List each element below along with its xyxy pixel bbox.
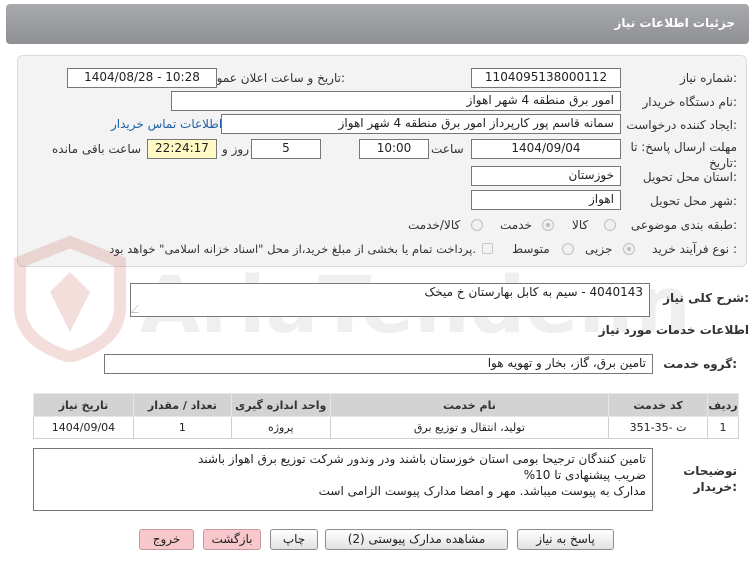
exit-button[interactable]: خروج: [139, 529, 194, 550]
category-option-service: خدمت: [500, 218, 532, 232]
col-header-service-code: کد خدمت: [608, 393, 709, 417]
category-radio-goods-service[interactable]: [471, 219, 483, 231]
table-row: 1 ت -35-351 تولید، انتقال و توزیع برق پر…: [33, 416, 739, 439]
page-title: جزئیات اطلاعات نیاز: [614, 16, 735, 30]
cell-unit: پروژه: [230, 416, 331, 439]
deadline-label-date: تاریخ:: [709, 156, 737, 170]
days-label: روز و: [222, 142, 249, 156]
col-header-service-name: نام خدمت: [329, 393, 610, 417]
buyer-note-line: ضریب پیشنهادی تا 10%: [523, 468, 646, 482]
view-attachments-button[interactable]: مشاهده مدارک پیوستی (2): [325, 529, 508, 550]
col-header-need-date: تاریخ نیاز: [33, 393, 134, 417]
requester-label: ایجاد کننده درخواست:: [626, 118, 737, 132]
treasury-payment-checkbox[interactable]: [482, 243, 493, 254]
cell-need-date: 1404/09/04: [33, 416, 134, 439]
remaining-time-label: ساعت باقی مانده: [52, 142, 142, 156]
days-remaining-field: 5: [251, 139, 321, 159]
summary-label: شرح کلی نیاز:: [663, 291, 749, 305]
buyer-org-field: امور برق منطقه 4 شهر اهواز: [171, 91, 621, 111]
requester-field: سمانه قاسم پور کارپرداز امور برق منطقه 4…: [221, 114, 621, 134]
category-option-goods: کالا: [572, 218, 589, 232]
city-field: اهواز: [471, 190, 621, 210]
process-option-medium: متوسط: [512, 242, 550, 256]
deadline-label: مهلت ارسال پاسخ: تا: [630, 140, 737, 154]
col-header-unit: واحد اندازه گیری: [230, 393, 331, 417]
process-radio-medium[interactable]: [562, 243, 574, 255]
print-button[interactable]: چاپ: [270, 529, 318, 550]
cell-quantity: 1: [132, 416, 232, 439]
table-header-row: ردیف کد خدمت نام خدمت واحد اندازه گیری ت…: [33, 393, 739, 417]
reply-button[interactable]: پاسخ به نیاز: [517, 529, 614, 550]
buyer-notes-label: توضیحات: [683, 464, 737, 478]
process-radio-minor[interactable]: [623, 243, 635, 255]
deadline-time-field: 10:00: [359, 139, 429, 159]
page-header: جزئیات اطلاعات نیاز: [6, 4, 749, 44]
province-label: استان محل تحویل:: [642, 170, 737, 184]
service-group-field: تامین برق، گاز، بخار و تهویه هوا: [104, 354, 653, 374]
buyer-org-label: نام دستگاه خریدار:: [642, 95, 738, 109]
summary-text: 4040143 - سیم به کابل بهارستان خ میخک: [424, 285, 643, 299]
deadline-date-field: 1404/09/04: [471, 139, 621, 159]
buyer-contact-link[interactable]: اطلاعات تماس خریدار: [111, 117, 222, 131]
buyer-notes-label-2: خریدار:: [693, 480, 737, 494]
category-radio-goods[interactable]: [604, 219, 616, 231]
cell-row-number: 1: [707, 416, 739, 439]
process-option-minor: جزیی: [585, 242, 613, 256]
col-header-quantity: تعداد / مقدار: [132, 393, 232, 417]
category-option-goods-service: کالا/خدمت: [408, 218, 461, 232]
treasury-payment-note: پرداخت تمام یا بخشی از مبلغ خرید،از محل …: [109, 242, 476, 256]
service-group-label: گروه خدمت:: [663, 357, 737, 371]
deadline-time-label: ساعت: [431, 142, 464, 156]
buyer-notes-field: تامین کنندگان ترجیحا بومی استان خوزستان …: [33, 448, 653, 511]
announce-date-label: تاریخ و ساعت اعلان عمومی:: [200, 71, 345, 85]
remaining-time-field: 22:24:17: [147, 139, 217, 159]
col-header-row-number: ردیف: [707, 393, 739, 417]
summary-field: 4040143 - سیم به کابل بهارستان خ میخک: [130, 283, 650, 317]
back-button[interactable]: بازگشت: [203, 529, 261, 550]
province-field: خوزستان: [471, 166, 621, 186]
buyer-note-line: تامین کنندگان ترجیحا بومی استان خوزستان …: [197, 452, 646, 466]
announce-date-field: 1404/08/28 - 10:28: [67, 68, 217, 88]
need-number-label: شماره نیاز:: [679, 71, 737, 85]
process-type-label: نوع فرآیند خرید :: [652, 242, 737, 256]
category-label: طبقه بندی موضوعی:: [630, 218, 737, 232]
resize-handle[interactable]: [131, 305, 146, 313]
cell-service-name: تولید، انتقال و توزیع برق: [329, 416, 610, 439]
services-section-title: اطلاعات خدمات مورد نیاز: [598, 323, 749, 337]
buyer-note-line: مدارک به پیوست میباشد. مهر و امضا مدارک …: [318, 484, 646, 498]
services-table: ردیف کد خدمت نام خدمت واحد اندازه گیری ت…: [33, 393, 739, 439]
cell-service-code: ت -35-351: [608, 416, 709, 439]
city-label: شهر محل تحویل:: [650, 194, 737, 208]
need-number-field: 1104095138000112: [471, 68, 621, 88]
category-radio-service[interactable]: [542, 219, 554, 231]
